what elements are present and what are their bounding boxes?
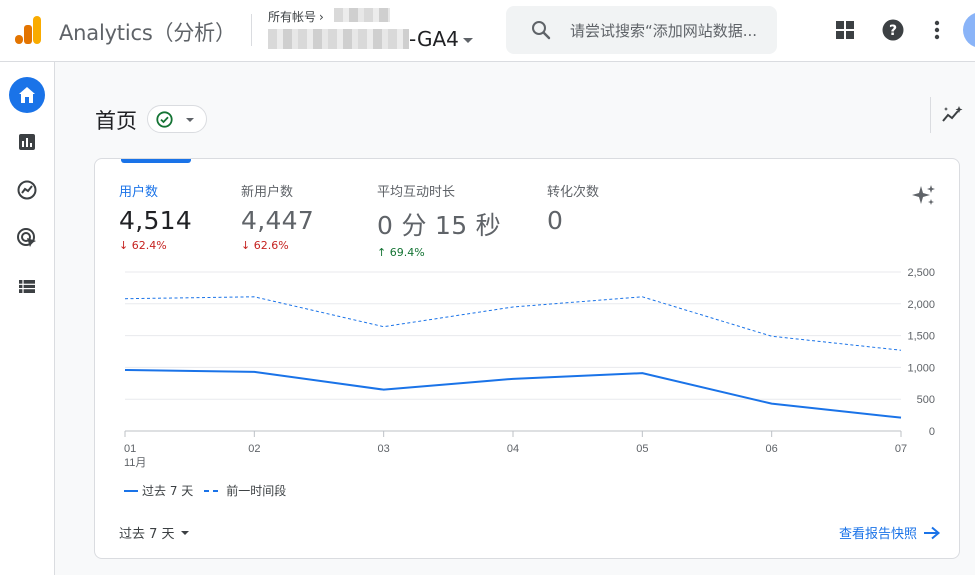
left-nav (0, 62, 55, 575)
view-snapshot-link[interactable]: 查看报告快照 (839, 523, 941, 542)
overview-card: 用户数 4,514 ↓ 62.4% 新用户数 4,447 ↓ 62.6% 平均互… (94, 158, 960, 559)
title-status-chip[interactable] (147, 105, 207, 133)
home-icon (19, 87, 35, 103)
x-tick-label: 03 (378, 443, 390, 455)
y-tick-label: 1,000 (907, 362, 935, 374)
y-tick-label: 0 (929, 426, 935, 438)
search-placeholder: 请尝试搜索“添加网站数据... (570, 22, 758, 40)
svg-text:?: ? (889, 23, 897, 39)
search-icon (532, 21, 551, 40)
caret-down-icon (186, 118, 194, 122)
header-divider (251, 14, 252, 46)
redacted-account-name (334, 8, 390, 22)
view-snapshot-label: 查看报告快照 (838, 527, 917, 542)
nav-reports[interactable] (9, 124, 45, 160)
avatar[interactable] (963, 12, 975, 48)
legend-label-current: 过去 7 天 (142, 484, 194, 498)
y-tick-label: 2,500 (907, 267, 935, 279)
redacted-property-name (268, 29, 409, 49)
nav-advertising[interactable] (9, 220, 45, 256)
legend-swatch-dashed (204, 489, 220, 492)
bar-chart-icon (19, 134, 35, 150)
explore-icon (17, 180, 37, 200)
chart-legend: 过去 7 天 前一时间段 (124, 482, 286, 499)
property-name: -GA4 (409, 27, 459, 51)
x-tick-label: 05 (636, 443, 648, 455)
nav-home[interactable] (9, 77, 45, 113)
y-tick-label: 1,500 (907, 331, 935, 343)
arrow-right-icon (924, 526, 941, 539)
y-tick-label: 500 (917, 394, 935, 406)
x-tick-label: 02 (248, 443, 260, 455)
date-range-label: 过去 7 天 (119, 527, 175, 542)
legend-label-previous: 前一时间段 (226, 484, 287, 498)
account-breadcrumb[interactable]: 所有帐号 › (268, 8, 324, 25)
account-crumb-label: 所有帐号 (268, 10, 317, 24)
caret-down-icon (462, 38, 473, 43)
nav-explore[interactable] (9, 172, 45, 208)
search-box[interactable]: 请尝试搜索“添加网站数据... (506, 6, 777, 54)
date-range-selector[interactable]: 过去 7 天 (119, 523, 189, 542)
analytics-logo[interactable] (14, 15, 42, 45)
x-tick-label: 06 (766, 443, 778, 455)
property-selector[interactable]: -GA4 (268, 27, 473, 51)
advertising-icon (17, 228, 36, 247)
page-title: 首页 (95, 109, 137, 133)
check-circle-icon (156, 111, 173, 128)
users-line-chart: 2,500 2,000 1,500 1,000 500 0 01 02 03 04 05 06 07 11… (124, 267, 935, 469)
list-icon (19, 280, 35, 293)
series-previous-period (124, 296, 902, 351)
app-title: Analytics（分析） (59, 21, 236, 45)
x-tick-label: 04 (507, 443, 519, 455)
x-tick-label: 01 (124, 443, 136, 455)
legend-swatch-solid (124, 489, 138, 492)
help-icon[interactable]: ? (881, 18, 905, 42)
top-app-bar: Analytics（分析） 所有帐号 › -GA4 请尝试搜索“添加网站数据...… (0, 0, 975, 62)
insights-icon[interactable] (940, 104, 964, 128)
insights-divider (930, 97, 931, 133)
x-tick-label: 07 (895, 443, 907, 455)
apps-grid-icon[interactable] (833, 18, 857, 42)
series-last-7-days (124, 368, 902, 419)
nav-configure[interactable] (9, 268, 45, 304)
x-sublabel: 11月 (124, 457, 146, 469)
y-tick-label: 2,000 (907, 299, 935, 311)
more-vert-icon[interactable] (925, 18, 949, 42)
caret-down-icon (180, 530, 189, 535)
chevron-right-icon: › (319, 10, 324, 24)
